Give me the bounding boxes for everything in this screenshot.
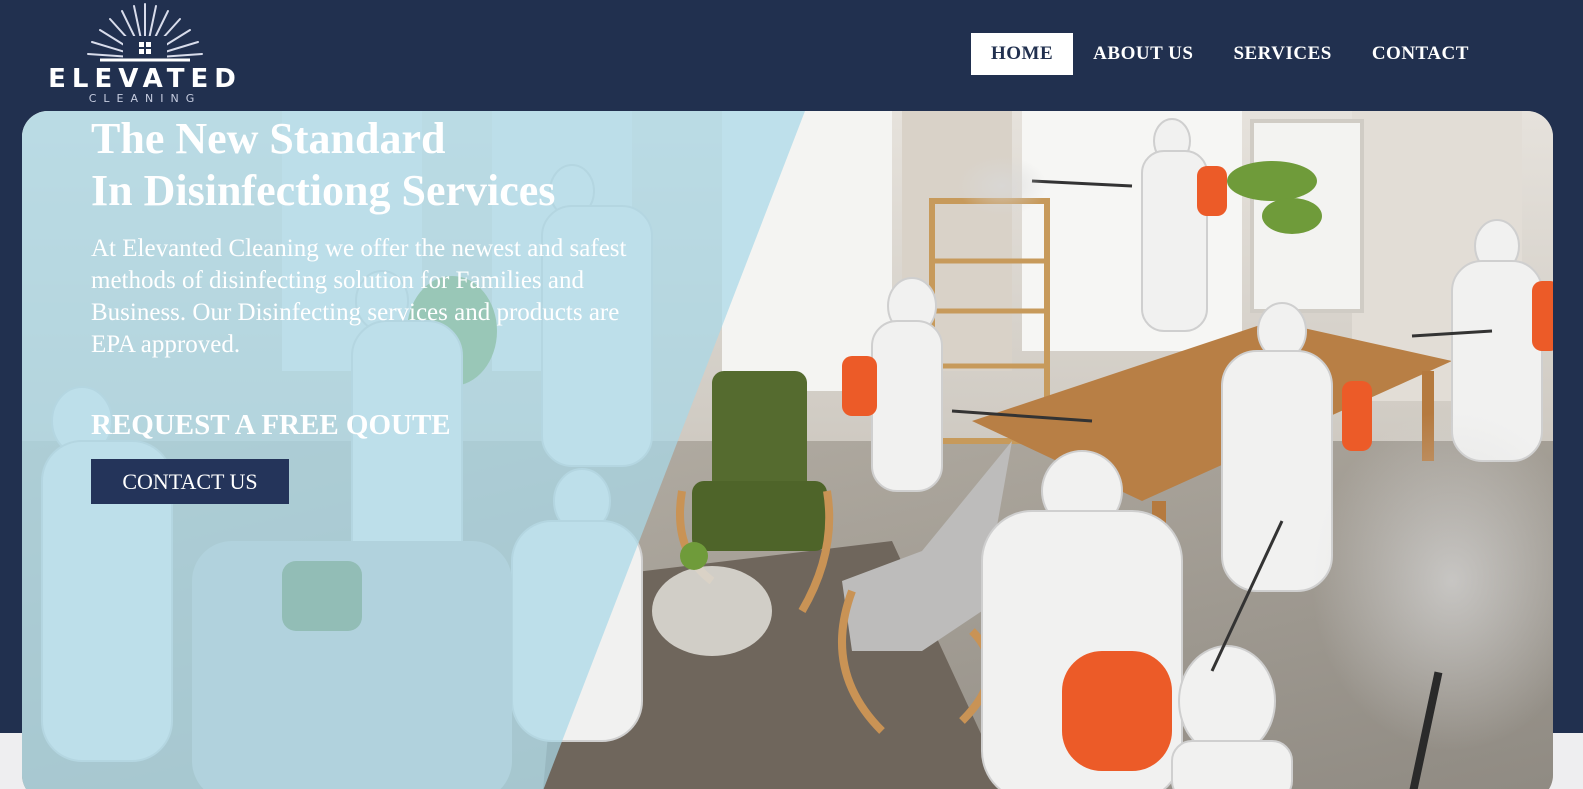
hero-title: The New Standard In Disinfectiong Servic… [91,113,555,217]
logo-subtitle: CLEANING [88,92,202,105]
hero-title-line1: The New Standard [91,114,446,163]
nav-services[interactable]: SERVICES [1213,33,1351,75]
cta-heading: REQUEST A FREE QOUTE [91,409,451,441]
hero-description: At Elevanted Cleaning we offer the newes… [91,235,627,358]
hero-section: The New Standard In Disinfectiong Servic… [22,111,1553,789]
brand-logo[interactable]: ELEVATED CLEANING [40,2,250,105]
sunburst-house-icon [87,3,203,62]
logo-wordmark: ELEVATED [48,64,242,94]
main-nav: HOME ABOUT US SERVICES CONTACT [971,33,1489,75]
nav-home[interactable]: HOME [971,33,1074,75]
nav-contact[interactable]: CONTACT [1352,33,1489,75]
contact-us-button[interactable]: CONTACT US [91,459,289,504]
nav-about-us[interactable]: ABOUT US [1073,33,1213,75]
hero-title-line2: In Disinfectiong Services [91,166,556,215]
